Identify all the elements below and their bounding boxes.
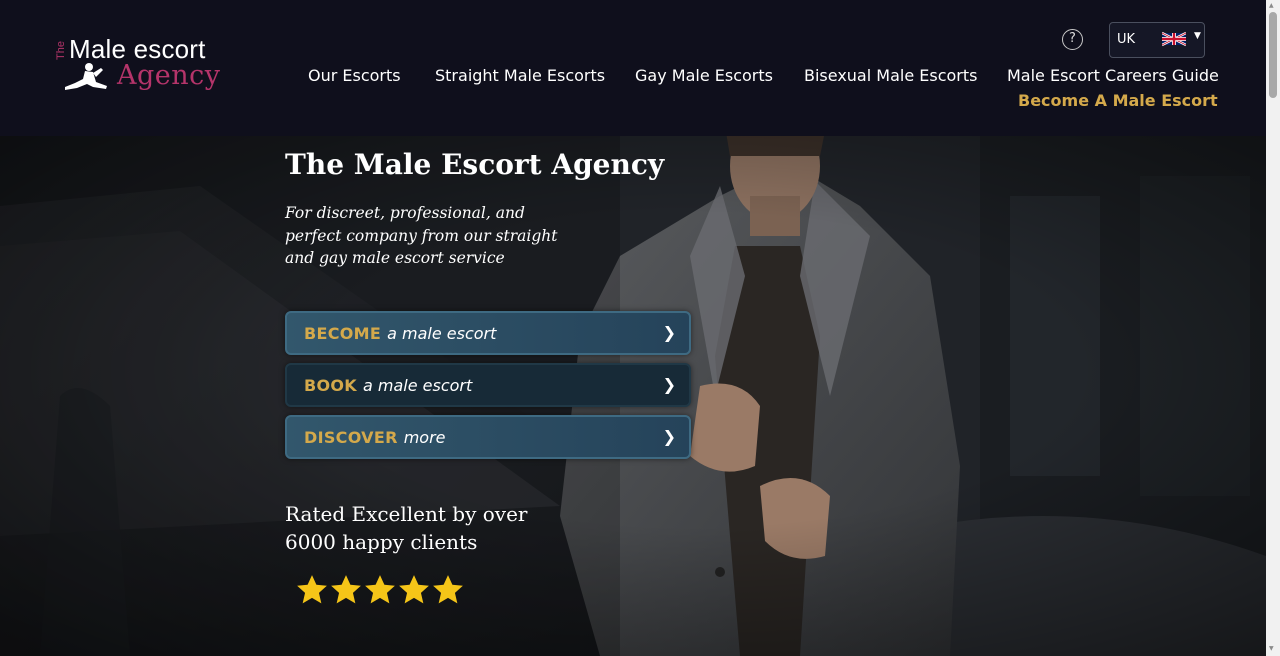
scroll-up-arrow-icon[interactable]: ▲ [1269, 2, 1274, 9]
nav-become-escort-link[interactable]: Become A Male Escort [1018, 91, 1218, 110]
book-keyword: BOOK [304, 376, 357, 395]
nav-our-escorts[interactable]: Our Escorts [308, 66, 401, 85]
discover-keyword: DISCOVER [304, 428, 398, 447]
language-code: UK [1117, 32, 1136, 47]
uk-flag-icon [1162, 31, 1186, 47]
scrollbar-thumb[interactable] [1269, 12, 1277, 98]
hero-title: The Male Escort Agency [285, 148, 665, 181]
hero-subtitle: For discreet, professional, and perfect … [285, 204, 558, 267]
language-selector[interactable]: UK ▼ [1109, 22, 1205, 58]
star-icon [331, 575, 361, 604]
book-escort-button[interactable]: BOOK a male escort ❯ [285, 363, 691, 407]
help-icon[interactable]: ? [1062, 29, 1083, 50]
nav-straight-male-escorts[interactable]: Straight Male Escorts [435, 66, 605, 85]
rating-text: Rated Excellent by over 6000 happy clien… [285, 502, 528, 554]
logo-line2: Agency [117, 60, 221, 91]
become-keyword: BECOME [304, 324, 382, 343]
site-header: The Male escort Agency ? UK ▼ Our Escort… [0, 0, 1266, 136]
become-rest-text: a male escort [387, 324, 497, 343]
chevron-right-icon: ❯ [662, 323, 676, 342]
discover-rest-text: more [403, 428, 446, 447]
nav-bisexual-male-escorts[interactable]: Bisexual Male Escorts [804, 66, 977, 85]
star-icon [297, 575, 327, 604]
scroll-down-arrow-icon[interactable]: ▼ [1269, 645, 1274, 652]
star-icon [433, 575, 463, 604]
nav-gay-male-escorts[interactable]: Gay Male Escorts [635, 66, 773, 85]
hero-section: The Male Escort Agency For discreet, pro… [0, 136, 1266, 656]
star-icon [399, 575, 429, 604]
page-scrollbar[interactable]: ▲ ▼ [1266, 0, 1280, 656]
become-escort-button[interactable]: BECOME a male escort ❯ [285, 311, 691, 355]
site-logo[interactable]: The Male escort Agency [55, 34, 235, 98]
star-icon [365, 575, 395, 604]
chevron-right-icon: ❯ [662, 375, 676, 394]
caret-down-icon: ▼ [1194, 31, 1201, 41]
chevron-right-icon: ❯ [662, 427, 676, 446]
seated-figure-icon [65, 63, 107, 90]
nav-careers-guide[interactable]: Male Escort Careers Guide [1007, 66, 1219, 85]
discover-more-button[interactable]: DISCOVER more ❯ [285, 415, 691, 459]
logo-the-text: The [55, 41, 67, 60]
rating-stars [295, 573, 465, 609]
book-rest-text: a male escort [363, 376, 473, 395]
